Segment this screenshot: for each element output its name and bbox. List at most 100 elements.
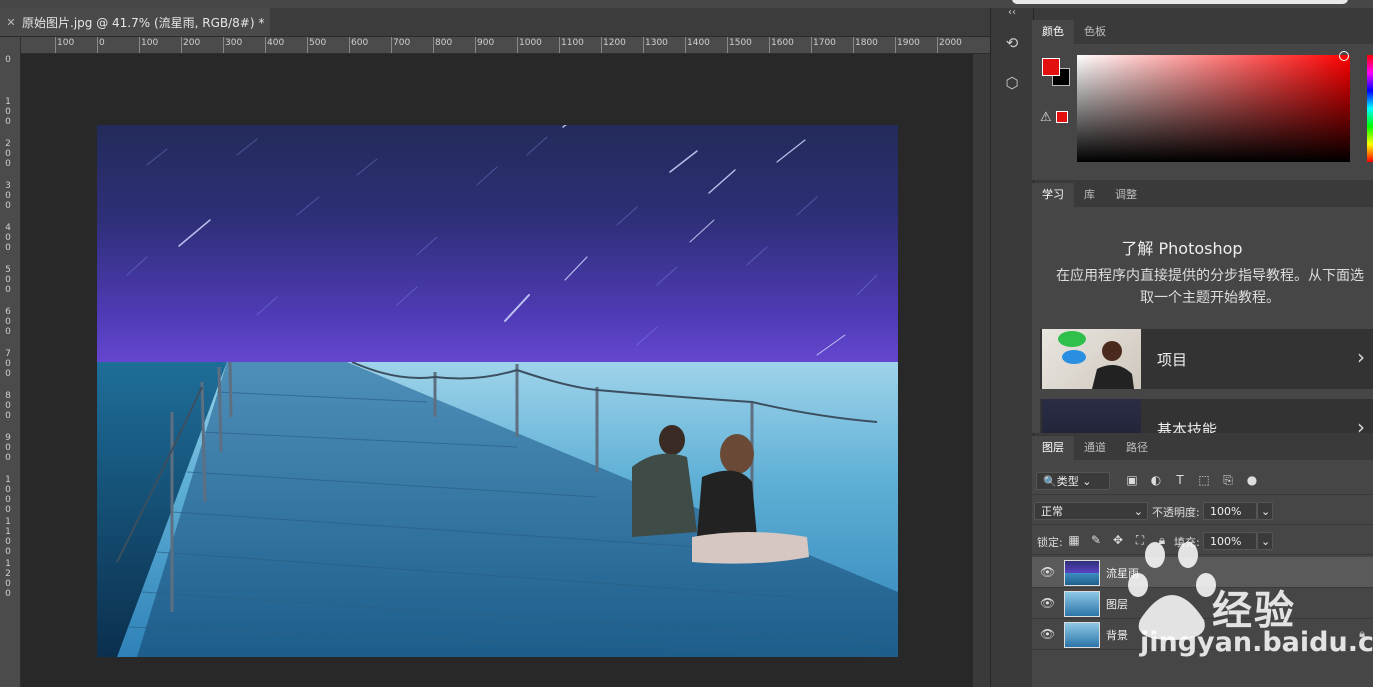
- lock-label: 锁定:: [1037, 536, 1063, 549]
- tutorial-thumbnail: [1042, 329, 1141, 389]
- ruler-tick: [391, 37, 392, 53]
- tab-color[interactable]: 颜色: [1032, 20, 1074, 44]
- tab-libraries[interactable]: 库: [1074, 183, 1105, 207]
- ruler-tick-label: 500: [309, 38, 327, 48]
- tab-adjustments[interactable]: 调整: [1105, 183, 1147, 207]
- foreground-color-swatch[interactable]: [1042, 58, 1060, 76]
- chevron-right-icon: ›: [1357, 345, 1365, 369]
- filter-pixel-icon[interactable]: ▣: [1124, 472, 1140, 488]
- tab-learn[interactable]: 学习: [1032, 183, 1074, 207]
- ruler-tick: [223, 37, 224, 53]
- ruler-tick-label: 600: [351, 38, 369, 48]
- gamut-color-swatch[interactable]: [1056, 111, 1068, 123]
- layer-thumbnail: [1064, 560, 1100, 586]
- ruler-tick-label: 1400: [687, 38, 710, 48]
- color-picker-cursor[interactable]: [1339, 51, 1349, 61]
- learn-panel-tabs: 学习 库 调整: [1032, 183, 1373, 207]
- layer-name[interactable]: 背景: [1106, 627, 1128, 643]
- layer-name[interactable]: 流星雨: [1106, 565, 1139, 581]
- meteor-streaks: [126, 125, 878, 356]
- fill-input[interactable]: 100%: [1203, 532, 1257, 550]
- layer-filter-row: 🔍类型 ⌄ ▣ ◐ T ⬚ ⎘ ●: [1032, 468, 1373, 495]
- ruler-tick-label: 1000: [5, 475, 11, 515]
- filter-adjustment-icon[interactable]: ◐: [1148, 472, 1164, 488]
- visibility-eye-icon[interactable]: 👁︎: [1040, 565, 1055, 579]
- ruler-tick-label: 2000: [939, 38, 962, 48]
- layer-thumbnail: [1064, 622, 1100, 648]
- ruler-tick: [97, 37, 98, 53]
- ruler-tick-label: 1200: [603, 38, 626, 48]
- opacity-input[interactable]: 100%: [1203, 502, 1257, 520]
- document-tab[interactable]: ✕ 原始图片.jpg @ 41.7% (流星雨, RGB/8#) *: [0, 8, 270, 36]
- filter-kind-value: 类型: [1056, 475, 1079, 488]
- ruler-tick: [811, 37, 812, 53]
- filter-smartobject-icon[interactable]: ⎘: [1220, 472, 1236, 488]
- history-icon[interactable]: ⟲: [1001, 32, 1023, 54]
- ruler-tick: [517, 37, 518, 53]
- pasteboard-edge: [973, 54, 990, 687]
- ruler-tick-label: 400: [5, 223, 11, 253]
- 3d-cube-icon[interactable]: ⬡: [1001, 72, 1023, 94]
- document-image[interactable]: [97, 125, 898, 657]
- layer-row[interactable]: 👁︎ 图层: [1032, 588, 1373, 619]
- lock-position-icon[interactable]: ✥: [1110, 532, 1126, 548]
- color-panel-tabs: 颜色 色板: [1032, 20, 1373, 44]
- ruler-tick-label: 1100: [5, 517, 11, 557]
- ruler-tick-label: 1000: [519, 38, 542, 48]
- lock-paint-icon[interactable]: ✎: [1088, 532, 1104, 548]
- ruler-tick: [727, 37, 728, 53]
- fill-label: 填充:: [1174, 536, 1200, 549]
- ruler-tick-label: 100: [141, 38, 159, 48]
- chevron-right-icon: ›: [1357, 415, 1365, 433]
- filter-kind-select[interactable]: 🔍类型 ⌄: [1036, 472, 1110, 490]
- learn-panel: 学习 库 调整 了解 Photoshop 在应用程序内直接提供的分步指导教程。从…: [1032, 183, 1373, 433]
- ruler-tick: [937, 37, 938, 53]
- ruler-tick-label: 800: [435, 38, 453, 48]
- filter-shape-icon[interactable]: ⬚: [1196, 472, 1212, 488]
- lock-artboard-icon[interactable]: ⛶: [1132, 532, 1148, 548]
- fill-dropdown[interactable]: ⌄: [1257, 532, 1273, 550]
- learn-title: 了解 Photoshop: [1121, 239, 1243, 258]
- search-field[interactable]: [1012, 0, 1348, 4]
- ruler-tick-label: 0: [99, 38, 105, 48]
- opacity-dropdown[interactable]: ⌄: [1257, 502, 1273, 520]
- lock-transparent-icon[interactable]: ▦: [1066, 532, 1082, 548]
- tab-layers[interactable]: 图层: [1032, 436, 1074, 460]
- ruler-tick-label: 100: [5, 97, 11, 127]
- collapse-chevron-icon[interactable]: ‹‹: [1001, 2, 1023, 24]
- tab-channels[interactable]: 通道: [1074, 436, 1116, 460]
- ruler-tick-label: 0: [5, 55, 11, 65]
- layer-row[interactable]: 👁︎ 流星雨: [1032, 557, 1373, 588]
- lock-fill-row: 锁定: ▦ ✎ ✥ ⛶ 🔒︎ 填充: 100% ⌄: [1032, 528, 1373, 555]
- ruler-horizontal: 100 0 100 200 300 400 500 600 700 800 900 1000 1100 1…: [20, 37, 990, 54]
- blend-mode-select[interactable]: 正常 ⌄: [1034, 502, 1148, 520]
- opacity-label: 不透明度:: [1152, 506, 1200, 519]
- tutorial-card-projects[interactable]: 项目 ›: [1040, 329, 1373, 389]
- ruler-tick-label: 1800: [855, 38, 878, 48]
- ruler-corner[interactable]: [0, 37, 20, 53]
- color-field[interactable]: [1077, 55, 1350, 162]
- lock-all-icon[interactable]: 🔒︎: [1154, 532, 1170, 548]
- layers-panel-tabs: 图层 通道 路径: [1032, 436, 1373, 460]
- tutorial-card-basics[interactable]: 基本技能 ›: [1040, 399, 1373, 433]
- filter-type-icon[interactable]: T: [1172, 472, 1188, 488]
- ruler-tick: [685, 37, 686, 53]
- ruler-tick-label: 900: [5, 433, 11, 463]
- visibility-eye-icon[interactable]: 👁︎: [1040, 596, 1055, 610]
- color-panel: 颜色 色板 ⚠: [1032, 20, 1373, 180]
- visibility-eye-icon[interactable]: 👁︎: [1040, 627, 1055, 641]
- gamut-warning-icon[interactable]: ⚠: [1040, 110, 1052, 125]
- hue-slider[interactable]: [1367, 55, 1373, 162]
- ruler-tick: [895, 37, 896, 53]
- document-tab-title: 原始图片.jpg @ 41.7% (流星雨, RGB/8#) *: [22, 15, 265, 30]
- close-icon[interactable]: ✕: [0, 16, 22, 29]
- filter-toggle-icon[interactable]: ●: [1244, 472, 1260, 488]
- ruler-tick: [181, 37, 182, 53]
- ruler-tick: [475, 37, 476, 53]
- tab-paths[interactable]: 路径: [1116, 436, 1158, 460]
- pier-illustration: [97, 362, 898, 657]
- tab-swatches[interactable]: 色板: [1074, 20, 1116, 44]
- ruler-tick: [601, 37, 602, 53]
- ruler-tick-label: 1200: [5, 559, 11, 599]
- layer-name[interactable]: 图层: [1106, 596, 1128, 612]
